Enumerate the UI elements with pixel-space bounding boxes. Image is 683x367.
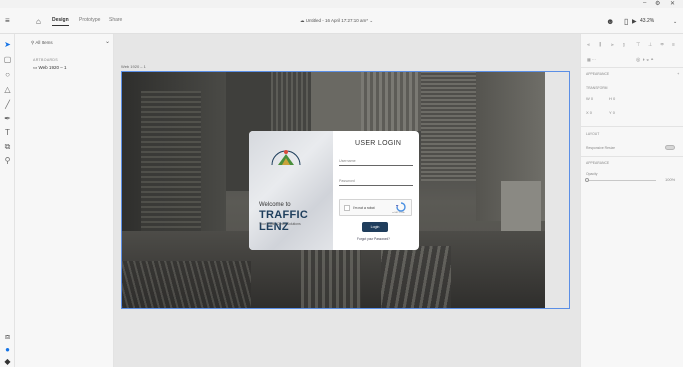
- divider: [581, 126, 683, 127]
- captcha-checkbox[interactable]: [344, 205, 350, 211]
- welcome-text: Welcome to: [259, 202, 291, 208]
- close-button[interactable]: ✕: [670, 0, 675, 7]
- transform-label: TRANSFORM: [586, 86, 608, 90]
- zoom-tool-icon[interactable]: ⚲: [3, 156, 12, 165]
- password-field[interactable]: Password: [339, 178, 413, 186]
- appearance-label: APPEARANCE: [586, 161, 610, 165]
- repeat-grid-button[interactable]: ▦ ···: [587, 57, 596, 62]
- align-right-icon[interactable]: ⫸: [611, 42, 614, 48]
- layers-section-header: ARTBOARDS: [33, 58, 58, 62]
- artboard-label[interactable]: Web 1920 – 1: [121, 64, 146, 69]
- zoom-level[interactable]: 43.2%: [640, 18, 654, 24]
- line-tool-icon[interactable]: ╱: [3, 100, 12, 109]
- login-button[interactable]: Login: [362, 222, 388, 232]
- building-shape: [421, 71, 476, 181]
- property-inspector: ⫷ ⫼ ⫸ ⫾ ⊤ ⊥ ≑ ≡ ▦ ··· ◎ ◑ ◒ ◓ APPEARANCE…: [580, 34, 683, 367]
- section-appearance: APPEARANCE: [586, 72, 610, 76]
- align-center-icon[interactable]: ⫼: [599, 42, 601, 48]
- distribute-icon[interactable]: ⫾: [623, 42, 625, 48]
- tab-design[interactable]: Design: [52, 17, 69, 26]
- artboard-tool-icon[interactable]: ⧉: [3, 142, 12, 151]
- align-left-icon[interactable]: ⫷: [587, 42, 590, 48]
- align-middle-icon[interactable]: ⊥: [648, 42, 652, 48]
- road-lanes-shape: [381, 246, 451, 309]
- pen-tool-icon[interactable]: ✒: [3, 114, 12, 123]
- building-shape: [361, 71, 421, 131]
- y-field[interactable]: Y 0: [609, 110, 615, 115]
- triangle-tool-icon[interactable]: △: [3, 85, 12, 94]
- height-field[interactable]: H 0: [609, 96, 615, 101]
- layers-panel: ⚲ All Items ⌄ ARTBOARDS ▭ Web 1920 – 1: [15, 34, 114, 367]
- window-titlebar: – ⚙ ✕: [0, 0, 683, 8]
- opacity-label: Opacity: [586, 172, 598, 176]
- login-card-left-pane: Welcome to TRAFFIC LENZ Your Traffic Cle…: [249, 131, 333, 250]
- forgot-password-link[interactable]: Forgot your Password?: [357, 237, 390, 241]
- road-lanes-shape: [121, 261, 251, 309]
- layer-item-label: Web 1920 – 1: [38, 65, 67, 70]
- layers-filter[interactable]: ⚲ All Items: [31, 40, 53, 46]
- plugins-icon[interactable]: ⧈: [3, 332, 12, 341]
- align-top-icon[interactable]: ⊤: [636, 42, 640, 48]
- traffic-lenz-logo: [271, 150, 301, 166]
- opacity-slider-handle[interactable]: [585, 178, 589, 182]
- brand-title: TRAFFIC LENZ: [259, 209, 309, 233]
- layer-item-artboard[interactable]: ▭ Web 1920 – 1: [33, 65, 66, 71]
- document-title-text: Untitled - 16 April 17:27:10 am*: [305, 18, 369, 23]
- recaptcha-icon: [396, 202, 406, 212]
- settings-icon[interactable]: ⚙: [655, 0, 660, 7]
- hamburger-menu-icon[interactable]: ≡: [5, 16, 10, 25]
- app-header: ≡ ⌂ Design Prototype Share ☁ Untitled - …: [0, 8, 683, 34]
- select-tool-icon[interactable]: ➤: [3, 40, 12, 49]
- document-title[interactable]: ☁ Untitled - 16 April 17:27:10 am* ⌄: [300, 18, 373, 24]
- layers-icon[interactable]: ◆: [3, 357, 12, 366]
- boolean-ops-icon[interactable]: ◎ ◑ ◒ ◓: [636, 57, 654, 63]
- device-preview-icon[interactable]: ▯: [624, 17, 628, 26]
- layers-filter-label: All Items: [35, 40, 53, 45]
- building-shape: [141, 91, 201, 231]
- responsive-resize-label: Responsive Resize: [586, 146, 616, 150]
- minimize-button[interactable]: –: [643, 0, 646, 6]
- play-icon[interactable]: ▶: [632, 18, 637, 25]
- width-field[interactable]: W 0: [586, 96, 593, 101]
- username-field[interactable]: Username: [339, 158, 413, 166]
- opacity-value[interactable]: 100%: [665, 177, 675, 182]
- captcha-label: I'm not a robot: [353, 206, 375, 210]
- login-heading: USER LOGIN: [355, 140, 402, 147]
- ellipse-tool-icon[interactable]: ○: [3, 70, 12, 79]
- captcha-brand: reCAPTCHA: [392, 212, 405, 214]
- tool-rail: ➤ ▢ ○ △ ╱ ✒ T ⧉ ⚲ ⧈ ● ◆: [0, 34, 15, 367]
- divider: [581, 156, 683, 157]
- brand-tagline: Your Traffic Clean Solutions: [259, 222, 301, 226]
- plus-icon[interactable]: +: [677, 71, 679, 76]
- chevron-down-icon[interactable]: ⌄: [673, 19, 677, 25]
- divider: [581, 67, 683, 68]
- responsive-resize-toggle[interactable]: [665, 145, 675, 150]
- tab-share[interactable]: Share: [109, 17, 122, 23]
- distribute-vertical-icon[interactable]: ≡: [672, 42, 675, 48]
- align-bottom-icon[interactable]: ≑: [660, 42, 664, 48]
- chevron-down-icon[interactable]: ⌄: [105, 38, 110, 45]
- login-card[interactable]: Welcome to TRAFFIC LENZ Your Traffic Cle…: [249, 131, 419, 250]
- opacity-slider[interactable]: [586, 180, 656, 181]
- x-field[interactable]: X 0: [586, 110, 592, 115]
- assets-icon[interactable]: ●: [3, 345, 12, 354]
- tab-prototype[interactable]: Prototype: [79, 17, 100, 23]
- user-icon[interactable]: ☻: [606, 17, 614, 26]
- rectangle-tool-icon[interactable]: ▢: [3, 55, 12, 64]
- text-tool-icon[interactable]: T: [3, 128, 12, 137]
- layout-label: LAYOUT: [586, 132, 600, 136]
- home-icon[interactable]: ⌂: [36, 17, 41, 26]
- recaptcha-widget: I'm not a robot reCAPTCHA: [339, 199, 412, 216]
